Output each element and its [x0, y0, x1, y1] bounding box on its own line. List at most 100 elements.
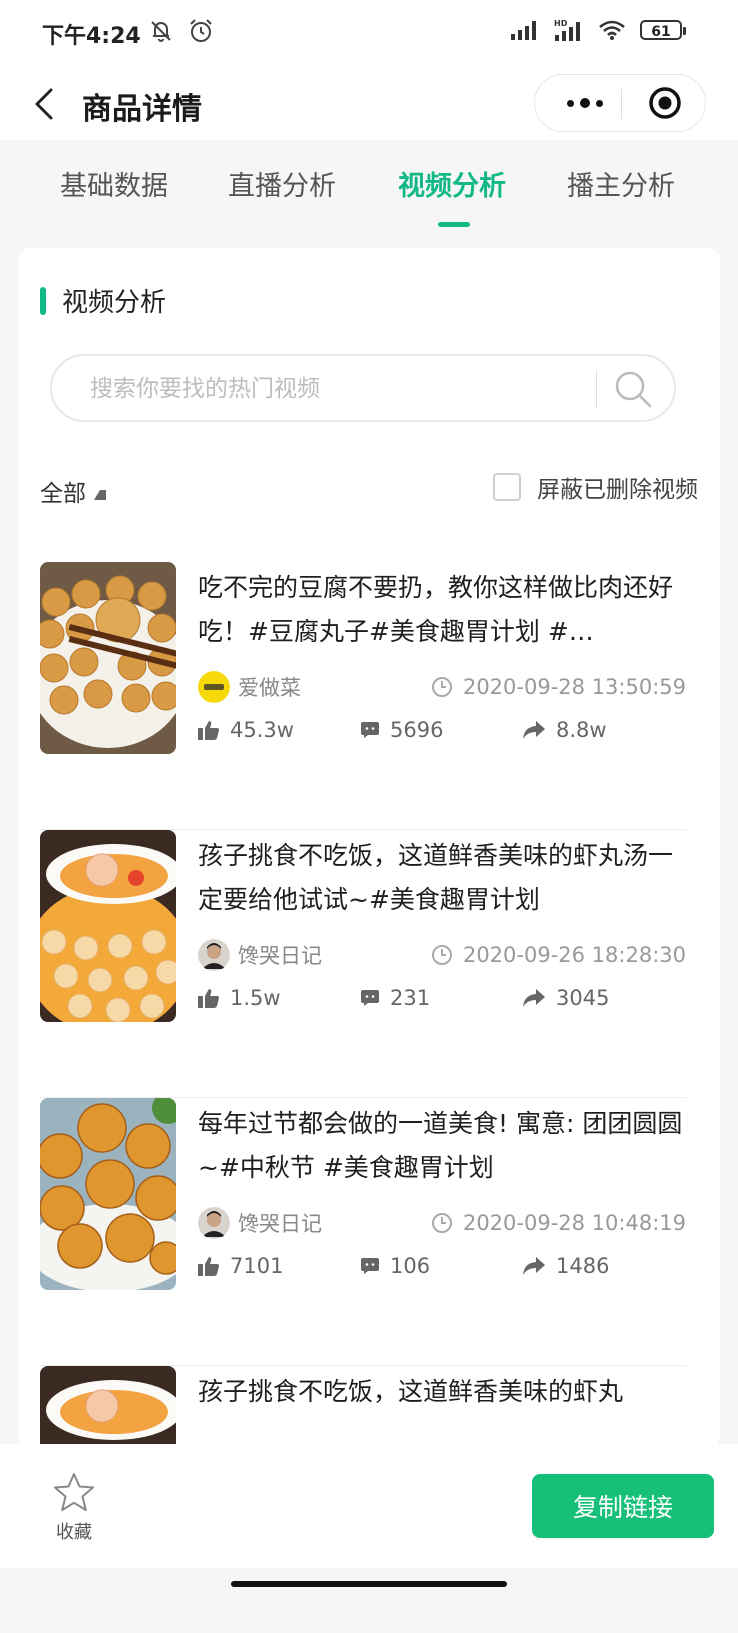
author-name[interactable]: 馋哭日记 [238, 940, 322, 970]
search-box [50, 354, 676, 422]
video-thumbnail[interactable] [40, 562, 176, 754]
search-icon[interactable] [610, 366, 656, 412]
favorite-label: 收藏 [56, 1522, 92, 1543]
publish-time: 2020-09-28 13:50:59 [431, 675, 686, 699]
shares-stat: 8.8w [522, 718, 607, 742]
comments-stat: 106 [360, 1254, 522, 1278]
filter-label: 全部 [40, 481, 86, 507]
video-meta: 馋哭日记 2020-09-26 18:28:30 [198, 938, 686, 972]
author-avatar[interactable] [198, 671, 230, 703]
comments-stat: 231 [360, 986, 522, 1010]
search-divider [596, 370, 597, 408]
likes-count: 7101 [230, 1254, 284, 1278]
video-analysis-card: 视频分析 全部 屏蔽已删除视频 [18, 248, 720, 1558]
favorite-button[interactable]: 收藏 [46, 1472, 102, 1544]
status-left-icons [148, 18, 214, 44]
share-arrow-icon [523, 721, 545, 739]
alarm-icon [190, 19, 212, 42]
hide-deleted-toggle[interactable]: 屏蔽已删除视频 [493, 470, 698, 504]
publish-time: 2020-09-28 10:48:19 [431, 1211, 686, 1235]
comments-count: 5696 [390, 718, 444, 742]
search-input[interactable] [88, 356, 562, 422]
author-avatar[interactable] [198, 1207, 230, 1239]
nav-bar: 商品详情 [0, 70, 738, 140]
share-arrow-icon [523, 1257, 545, 1275]
page-title: 商品详情 [82, 92, 202, 127]
svg-text:HD: HD [554, 19, 568, 28]
comment-icon [361, 990, 379, 1006]
author-name[interactable]: 馋哭日记 [238, 1208, 322, 1238]
comments-count: 106 [390, 1254, 431, 1278]
star-icon [54, 1473, 94, 1511]
status-bar: 下午4:24 HD 61 [0, 0, 738, 70]
video-thumbnail[interactable] [40, 830, 176, 1022]
back-button[interactable] [24, 80, 64, 128]
copy-link-button[interactable]: 复制链接 [532, 1474, 714, 1538]
thumbs-up-icon [198, 989, 219, 1008]
clock-icon [431, 1213, 452, 1233]
video-item[interactable]: 每年过节都会做的一道美食! 寓意: 团团圆圆~#中秋节 #美食趣胃计划 馋哭日记… [40, 1098, 686, 1366]
likes-count: 45.3w [230, 718, 294, 742]
battery-indicator: 61 [640, 20, 686, 40]
shares-count: 8.8w [556, 718, 607, 742]
tab-basic-data[interactable]: 基础数据 [60, 164, 168, 203]
close-target-icon[interactable] [647, 85, 683, 121]
author-avatar[interactable] [198, 939, 230, 971]
dropdown-triangle-icon [94, 490, 106, 500]
hide-deleted-checkbox[interactable] [493, 473, 521, 501]
comments-count: 231 [390, 986, 431, 1010]
signal-icon [511, 21, 536, 40]
clock-icon [431, 677, 452, 697]
video-stats: 45.3w 5696 8.8w [198, 718, 686, 742]
video-meta: 爱做菜 2020-09-28 13:50:59 [198, 670, 686, 704]
mini-program-capsule [534, 74, 706, 132]
publish-time: 2020-09-26 18:28:30 [431, 943, 686, 967]
comment-icon [361, 1258, 379, 1274]
hide-deleted-label: 屏蔽已删除视频 [537, 477, 698, 503]
publish-time-text: 2020-09-26 18:28:30 [462, 943, 686, 967]
video-title[interactable]: 孩子挑食不吃饭，这道鲜香美味的虾丸汤一定要给他试试~#美食趣胃计划 [198, 834, 686, 922]
shares-stat: 3045 [522, 986, 609, 1010]
section-title: 视频分析 [62, 288, 167, 318]
chevron-left-icon [35, 88, 53, 120]
wifi-icon [599, 20, 625, 40]
capsule-divider [621, 89, 622, 119]
video-title[interactable]: 孩子挑食不吃饭，这道鲜香美味的虾丸 [198, 1370, 686, 1414]
thumbs-up-icon [198, 1257, 219, 1276]
tab-video-analysis[interactable]: 视频分析 [398, 164, 506, 203]
shares-count: 1486 [556, 1254, 610, 1278]
video-title[interactable]: 吃不完的豆腐不要扔，教你这样做比肉还好吃！#豆腐丸子#美食趣胃计划 #… [198, 566, 686, 654]
video-thumbnail[interactable] [40, 1098, 176, 1290]
shares-stat: 1486 [522, 1254, 609, 1278]
publish-time-text: 2020-09-28 13:50:59 [462, 675, 686, 699]
publish-time-text: 2020-09-28 10:48:19 [462, 1211, 686, 1235]
likes-stat: 1.5w [198, 986, 360, 1010]
video-item[interactable]: 孩子挑食不吃饭，这道鲜香美味的虾丸汤一定要给他试试~#美食趣胃计划 馋哭日记 2… [40, 830, 686, 1098]
more-button[interactable] [555, 75, 615, 131]
author-name[interactable]: 爱做菜 [238, 672, 301, 702]
filter-dropdown[interactable]: 全部 [40, 474, 106, 508]
likes-stat: 7101 [198, 1254, 360, 1278]
tab-bar: 基础数据 直播分析 视频分析 播主分析 [0, 140, 738, 236]
section-header: 视频分析 [40, 282, 166, 319]
tab-streamer-analysis[interactable]: 播主分析 [567, 164, 675, 203]
section-accent-bar [40, 286, 46, 315]
video-stats: 1.5w 231 3045 [198, 986, 686, 1010]
bottom-action-bar: 收藏 复制链接 [0, 1444, 738, 1568]
shares-count: 3045 [556, 986, 610, 1010]
video-title[interactable]: 每年过节都会做的一道美食! 寓意: 团团圆圆~#中秋节 #美食趣胃计划 [198, 1102, 686, 1190]
clock-icon [431, 945, 452, 965]
likes-count: 1.5w [230, 986, 281, 1010]
tab-live-analysis[interactable]: 直播分析 [228, 164, 336, 203]
likes-stat: 45.3w [198, 718, 360, 742]
active-tab-indicator [438, 222, 470, 227]
video-item[interactable]: 吃不完的豆腐不要扔，教你这样做比肉还好吃！#豆腐丸子#美食趣胃计划 #… 爱做菜… [40, 562, 686, 830]
share-arrow-icon [523, 989, 545, 1007]
home-indicator [231, 1581, 507, 1587]
video-meta: 馋哭日记 2020-09-28 10:48:19 [198, 1206, 686, 1240]
comments-stat: 5696 [360, 718, 522, 742]
status-time: 下午4:24 [42, 24, 141, 49]
comment-icon [361, 722, 379, 738]
thumbs-up-icon [198, 721, 219, 740]
video-stats: 7101 106 1486 [198, 1254, 686, 1278]
